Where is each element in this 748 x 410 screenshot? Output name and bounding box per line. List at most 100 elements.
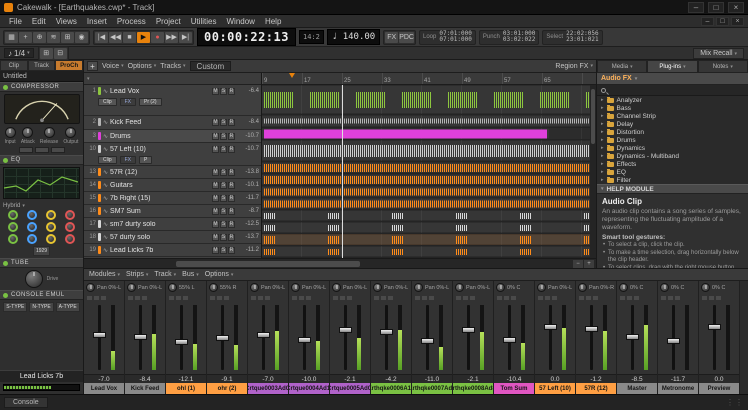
fx-toggle-button[interactable]: FX [385,32,398,43]
strip-name[interactable]: Lead Vox [84,383,124,394]
eq-band-knob[interactable] [8,234,18,244]
track-lane[interactable] [262,115,596,128]
minimize-button[interactable]: – [688,2,704,13]
power-led-icon[interactable] [3,85,8,90]
track-volume-readout[interactable]: -11.2 [237,247,259,253]
tube-module-header[interactable]: TUBE [0,258,83,268]
fx-category-item[interactable]: ▸ Analyzer [597,96,748,104]
browser-tab[interactable]: Media ▾ [597,60,647,73]
solo-button[interactable]: S [220,247,227,254]
strip-solo-button[interactable] [709,296,714,300]
arm-button[interactable]: R [228,234,235,241]
vertical-scrollbar[interactable] [590,85,596,258]
disclosure-icon[interactable]: ▸ [601,105,604,111]
inspector-tab[interactable]: Clip [0,60,28,71]
volume-fader[interactable] [128,303,162,372]
audio-clip[interactable] [262,86,596,113]
disclosure-icon[interactable]: ▸ [601,137,604,143]
channel-strip[interactable]: Pan 0%-L [84,281,125,394]
disclosure-icon[interactable]: ▸ [601,145,604,151]
console-menu[interactable]: Options ▾ [205,271,234,278]
solo-button[interactable]: S [220,88,227,95]
strip-arm-button[interactable] [593,296,598,300]
channel-strip[interactable]: 55% R [207,281,248,394]
track-row[interactable]: 14 ∿ Guitars M S R [84,179,261,192]
eq-1929-button[interactable]: 1929 [33,246,50,256]
pan-knob[interactable] [127,283,136,292]
solo-button[interactable]: S [220,195,227,202]
time-display[interactable]: 00:00:22:13 [197,28,296,46]
strip-mute-button[interactable] [374,296,379,300]
fader-cap[interactable] [708,324,721,330]
volume-fader[interactable] [210,303,244,372]
track-volume-readout[interactable]: -8.7 [237,208,259,214]
track-name[interactable]: Guitars [110,182,210,189]
disclosure-icon[interactable]: ▸ [601,113,604,119]
tempo-display[interactable]: ♩ 140.00 [327,29,380,45]
strip-arm-button[interactable] [634,296,639,300]
volume-readout[interactable]: -1.2 [576,374,616,383]
pan-knob[interactable] [578,283,587,292]
track-row[interactable]: 19 ∿ Lead Licks 7b M S R [84,244,261,257]
eq-band-knob[interactable] [8,222,18,232]
transport-time-module[interactable]: Select 22:02:056 23:01:021 [542,30,602,45]
pan-knob[interactable] [619,283,628,292]
volume-fader[interactable] [538,303,572,372]
pan-knob[interactable] [373,283,382,292]
arm-button[interactable]: R [228,195,235,202]
strip-arm-button[interactable] [347,296,352,300]
strip-mute-button[interactable] [579,296,584,300]
track-view-menu[interactable]: Tracks ▾ [160,63,185,70]
mute-button[interactable]: M [212,182,219,189]
strip-solo-button[interactable] [217,296,222,300]
pan-knob[interactable] [168,283,177,292]
strip-name[interactable]: Crtque0005Ad0i [330,383,370,394]
pan-knob[interactable] [414,283,423,292]
strip-arm-button[interactable] [224,296,229,300]
strip-mute-button[interactable] [702,296,707,300]
mdi-minimize-button[interactable]: – [701,17,714,26]
mute-button[interactable]: M [212,195,219,202]
workspace-select[interactable]: Custom [190,61,232,71]
track-lane[interactable] [262,222,596,234]
solo-button[interactable]: S [220,119,227,126]
track-lane[interactable] [262,140,596,162]
track-view-menu[interactable]: Voice ▾ [102,63,124,70]
arm-button[interactable]: R [228,169,235,176]
strip-name[interactable]: Crtque0004Ad1i [289,383,329,394]
prochannel-chip[interactable]: P [139,156,152,164]
volume-fader[interactable] [415,303,449,372]
strip-name[interactable]: Crtque0003Ad0i [248,383,288,394]
pdc-toggle-button[interactable]: PDC [399,32,414,43]
track-row[interactable]: 17 ∿ sm7 durty solo M S R [84,218,261,231]
volume-fader[interactable] [251,303,285,372]
vertical-scroll-thumb[interactable] [591,89,595,144]
fx-category-item[interactable]: ▸ Bass [597,104,748,112]
track-name[interactable]: Lead Licks 7b [110,247,210,254]
strip-arm-button[interactable] [470,296,475,300]
tool-icon[interactable]: ▦ [5,32,18,43]
strip-name[interactable]: Metronome [658,383,698,394]
mute-button[interactable]: M [212,169,219,176]
solo-button[interactable]: S [220,208,227,215]
arm-button[interactable]: R [228,119,235,126]
pan-knob[interactable] [291,283,300,292]
channel-strip[interactable]: Pan 0%-L [453,281,494,394]
pan-knob[interactable] [496,283,505,292]
strip-solo-button[interactable] [340,296,345,300]
fx-category-item[interactable]: ▸ Drums [597,136,748,144]
strip-arm-button[interactable] [429,296,434,300]
eq-band-knob[interactable] [27,210,37,220]
track-volume-readout[interactable]: -13.8 [237,169,259,175]
volume-fader[interactable] [169,303,203,372]
fader-cap[interactable] [626,334,639,340]
fx-category-item[interactable]: ▸ Dynamics - Multiband [597,152,748,160]
fader-cap[interactable] [544,324,557,330]
snap-module[interactable]: ♪ 1/4 ▾ [4,48,34,58]
console-menu[interactable]: Strips ▾ [126,271,148,278]
compressor-knob[interactable] [5,127,16,138]
pan-knob[interactable] [250,283,259,292]
eq-band-knob[interactable] [8,210,18,220]
channel-strip[interactable]: Pan 0%-L [330,281,371,394]
browser-tab[interactable]: Plug-ins ▾ [647,60,697,73]
